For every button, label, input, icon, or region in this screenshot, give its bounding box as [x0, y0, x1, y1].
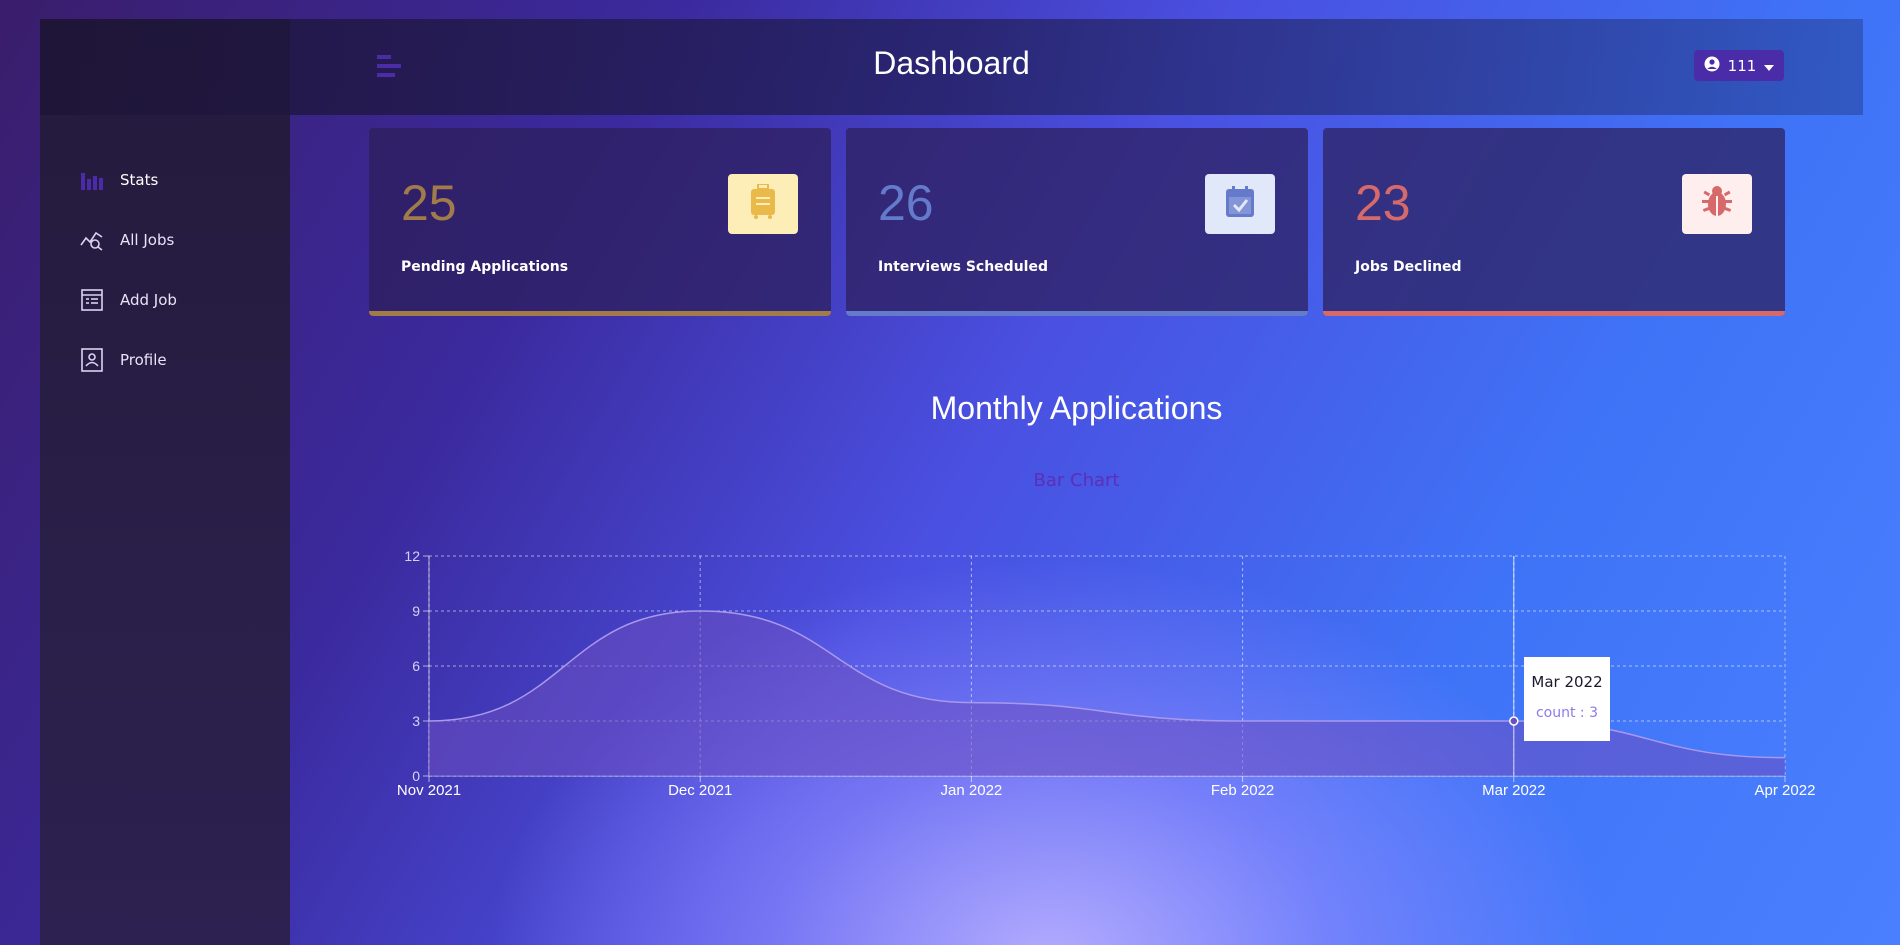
chart-tooltip: Mar 2022 count : 3: [1524, 657, 1610, 741]
tooltip-title: Mar 2022: [1531, 673, 1603, 691]
x-tick-label: Jan 2022: [941, 782, 1003, 799]
x-tick-label: Dec 2021: [668, 782, 732, 799]
x-tick-label: Apr 2022: [1755, 782, 1816, 799]
y-tick-label: 12: [404, 548, 420, 564]
monthly-applications-chart: 036912Nov 2021 Dec 2021 Jan 2022 Feb 2022 Ma…: [397, 548, 1816, 799]
y-tick-label: 6: [412, 658, 420, 674]
x-tick-label: Mar 2022: [1482, 782, 1545, 799]
x-tick-label: Nov 2021: [397, 782, 461, 799]
x-tick-label: Feb 2022: [1211, 782, 1274, 799]
active-data-point: [1509, 716, 1519, 726]
y-tick-label: 3: [412, 713, 420, 729]
y-tick-label: 9: [412, 603, 420, 619]
tooltip-value: count : 3: [1535, 705, 1599, 721]
